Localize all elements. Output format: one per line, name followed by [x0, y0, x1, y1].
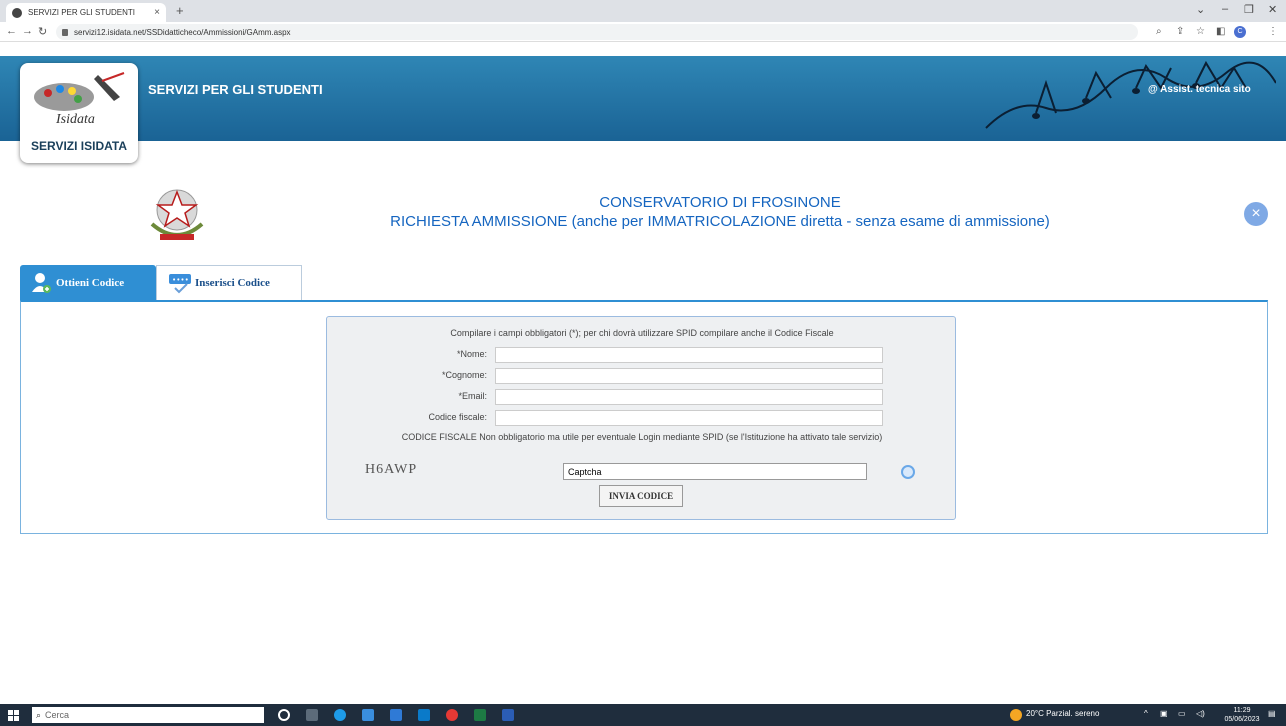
- edge-icon[interactable]: [334, 709, 346, 721]
- form-row-email: *Email:: [327, 389, 957, 405]
- weather-icon[interactable]: [1010, 709, 1022, 721]
- lock-icon: [62, 28, 68, 36]
- invia-codice-button[interactable]: INVIA CODICE: [599, 485, 683, 507]
- globe-icon: [12, 7, 22, 18]
- email-input[interactable]: [495, 389, 883, 405]
- logo-label: SERVIZI ISIDATA: [30, 139, 127, 153]
- close-window-button[interactable]: ✕: [1268, 3, 1277, 16]
- restore-button[interactable]: ❐: [1244, 3, 1254, 16]
- italian-emblem: [150, 189, 204, 240]
- volume-icon[interactable]: ◁): [1196, 709, 1205, 718]
- taskbar-search-placeholder: Cerca: [45, 710, 70, 720]
- user-add-icon: [32, 272, 51, 293]
- task-view-icon[interactable]: [306, 709, 318, 721]
- tab-ottieni-codice[interactable]: Ottieni Codice: [20, 265, 156, 300]
- close-page-button[interactable]: ×: [1244, 202, 1268, 226]
- tab-label-inserisci: Inserisci Codice: [195, 277, 270, 289]
- mail-icon[interactable]: [418, 709, 430, 721]
- tab-search-icon[interactable]: ⌄: [1196, 3, 1205, 16]
- tab-inserisci-codice[interactable]: •••• Inserisci Codice: [156, 265, 302, 300]
- minimize-button[interactable]: –: [1222, 3, 1228, 15]
- new-tab-button[interactable]: +: [176, 3, 184, 18]
- page-title-request: RICHIESTA AMMISSIONE (anche per IMMATRIC…: [390, 213, 1050, 230]
- network-icon[interactable]: ▣: [1160, 709, 1168, 718]
- page-title-institution: CONSERVATORIO DI FROSINONE: [599, 194, 841, 211]
- taskbar-search[interactable]: ⌕ Cerca: [32, 707, 264, 723]
- excel-icon[interactable]: [474, 709, 486, 721]
- close-tab-icon[interactable]: ×: [154, 7, 160, 18]
- form-row-nome: *Nome:: [327, 347, 957, 363]
- notifications-icon[interactable]: ▤: [1268, 709, 1276, 718]
- logo-wordmark: Isidata: [55, 112, 95, 127]
- music-notes-decoration: [985, 60, 1276, 129]
- url-text: servizi12.isidata.net/SSDidatticheco/Amm…: [74, 27, 291, 37]
- search-icon: ⌕: [36, 709, 42, 720]
- refresh-captcha-icon[interactable]: [901, 465, 915, 479]
- menu-kebab-icon[interactable]: ⋮: [1268, 26, 1278, 37]
- assist-link[interactable]: @ Assist. tecnica sito: [1148, 84, 1251, 95]
- form-row-cognome: *Cognome:: [327, 368, 957, 384]
- store-icon[interactable]: [390, 709, 402, 721]
- request-code-form: Compilare i campi obbligatori (*); per c…: [326, 316, 956, 520]
- clock-time: 11:29: [1233, 707, 1251, 714]
- forward-button[interactable]: →: [22, 25, 33, 37]
- tray-chevron-icon[interactable]: ^: [1144, 709, 1148, 718]
- tab-label-ottieni: Ottieni Codice: [56, 276, 125, 289]
- browser-tabstrip: SERVIZI PER GLI STUDENTI × + ⌄ – ❐ ✕: [0, 0, 1286, 22]
- form-row-codice-fiscale: Codice fiscale:: [327, 410, 957, 426]
- cortana-icon[interactable]: [278, 709, 290, 721]
- bookmark-star-icon[interactable]: ☆: [1196, 26, 1205, 37]
- sidepanel-icon[interactable]: ◧: [1216, 26, 1225, 37]
- captcha-image: H6AWP: [365, 462, 418, 477]
- codice-fiscale-input[interactable]: [495, 410, 883, 426]
- nome-label: *Nome:: [456, 349, 487, 359]
- browser-tab[interactable]: SERVIZI PER GLI STUDENTI ×: [6, 3, 166, 22]
- battery-icon[interactable]: ▭: [1178, 709, 1186, 718]
- browser-tab-title: SERVIZI PER GLI STUDENTI: [28, 8, 135, 17]
- weather-text[interactable]: 20°C Parzial. sereno: [1026, 709, 1099, 718]
- address-bar-row: ← → ↻ servizi12.isidata.net/SSDidattiche…: [0, 22, 1286, 42]
- logo-palette-image: Isidata: [34, 72, 125, 127]
- cognome-input[interactable]: [495, 368, 883, 384]
- reload-button[interactable]: ↻: [38, 25, 47, 38]
- chrome-icon[interactable]: [446, 709, 458, 721]
- codice-fiscale-note: CODICE FISCALE Non obbligatorio ma utile…: [401, 432, 883, 442]
- url-bar[interactable]: servizi12.isidata.net/SSDidatticheco/Amm…: [56, 24, 1138, 40]
- cognome-label: *Cognome:: [441, 370, 487, 380]
- codice-fiscale-label: Codice fiscale:: [428, 412, 487, 422]
- profile-avatar[interactable]: C: [1234, 26, 1246, 38]
- windows-start-icon[interactable]: [8, 710, 19, 721]
- header-title: SERVIZI PER GLI STUDENTI: [148, 82, 323, 97]
- clock-date: 05/06/2023: [1224, 716, 1260, 723]
- form-instructions: Compilare i campi obbligatori (*); per c…: [450, 328, 834, 338]
- file-explorer-icon[interactable]: [362, 709, 374, 721]
- taskbar-clock[interactable]: 11:29 05/06/2023: [1224, 706, 1260, 724]
- captcha-input[interactable]: [563, 463, 867, 480]
- back-button[interactable]: ←: [6, 25, 17, 37]
- word-icon[interactable]: [502, 709, 514, 721]
- nome-input[interactable]: [495, 347, 883, 363]
- share-icon[interactable]: ⇪: [1176, 26, 1184, 37]
- windows-taskbar: ⌕ Cerca 20°C Parzial. sereno ^ ▣ ▭ ◁) 11…: [0, 704, 1286, 726]
- code-check-icon: ••••: [169, 274, 191, 294]
- email-label: *Email:: [458, 391, 487, 401]
- zoom-icon[interactable]: ⌕: [1156, 26, 1162, 37]
- isidata-logo[interactable]: Isidata SERVIZI ISIDATA: [20, 63, 138, 163]
